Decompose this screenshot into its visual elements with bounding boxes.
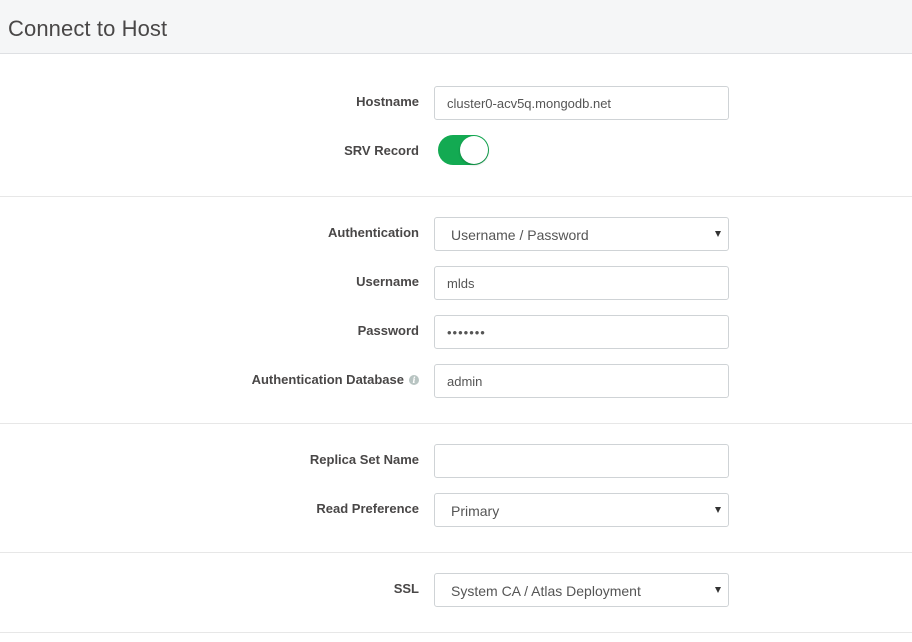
page-title: Connect to Host: [8, 16, 168, 41]
username-label: Username: [356, 274, 419, 289]
section-divider: [0, 552, 912, 553]
section-divider: [0, 632, 912, 633]
caret-down-icon: [715, 507, 721, 513]
replica-set-label: Replica Set Name: [309, 452, 419, 467]
read-preference-select[interactable]: Primary: [434, 493, 729, 527]
toggle-knob: [460, 136, 488, 164]
srv-record-label: SRV Record: [344, 143, 419, 158]
ssl-select[interactable]: System CA / Atlas Deployment: [434, 573, 729, 607]
authentication-select[interactable]: Username / Password: [434, 217, 729, 251]
ssl-selected-value: System CA / Atlas Deployment: [451, 583, 641, 599]
section-divider: [0, 423, 912, 424]
auth-database-input[interactable]: [434, 364, 729, 398]
replica-set-input[interactable]: [434, 444, 729, 478]
authentication-selected-value: Username / Password: [451, 227, 589, 243]
hostname-input[interactable]: [434, 86, 729, 120]
caret-down-icon: [715, 587, 721, 593]
read-preference-label: Read Preference: [316, 501, 419, 516]
caret-down-icon: [715, 231, 721, 237]
hostname-label: Hostname: [356, 94, 419, 109]
password-label: Password: [357, 323, 419, 338]
auth-database-label-row: Authentication Database i: [252, 372, 419, 387]
auth-database-label: Authentication Database: [251, 372, 404, 387]
dialog-header: Connect to Host: [0, 0, 912, 54]
info-icon[interactable]: i: [409, 375, 419, 385]
section-divider: [0, 196, 912, 197]
ssl-label: SSL: [393, 581, 419, 596]
read-preference-selected-value: Primary: [451, 503, 500, 519]
password-input[interactable]: [434, 315, 729, 349]
authentication-label: Authentication: [328, 225, 419, 240]
username-input[interactable]: [434, 266, 729, 300]
srv-record-toggle[interactable]: [438, 135, 489, 165]
